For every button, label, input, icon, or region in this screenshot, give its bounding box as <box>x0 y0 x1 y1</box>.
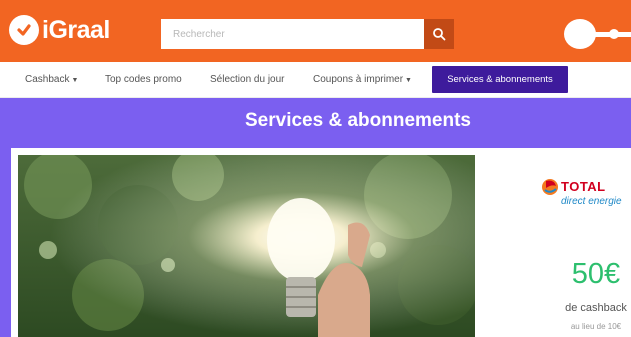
main-nav: Cashback ▼ Top codes promo Sélection du j… <box>0 62 631 98</box>
search-button[interactable] <box>424 19 454 49</box>
previous-cashback-rate: au lieu de 10€ <box>570 322 622 331</box>
lightbulb-image <box>18 155 475 337</box>
logo-text: iGraal <box>42 15 110 44</box>
igraal-logo-icon <box>9 15 39 45</box>
user-account-button[interactable] <box>560 17 631 51</box>
brand-subtitle: direct energie <box>561 196 622 207</box>
cashback-label: de cashback <box>565 302 627 314</box>
search-icon <box>433 28 446 41</box>
nav-item-selection-du-jour[interactable]: Sélection du jour <box>210 62 285 98</box>
nav-item-top-codes-promo[interactable]: Top codes promo <box>105 62 182 98</box>
page-title: Services & abonnements <box>245 110 471 131</box>
igraal-logo[interactable]: iGraal <box>9 13 110 47</box>
cashback-amount: 50€ <box>571 258 621 290</box>
nav-item-services-abonnements[interactable]: Services & abonnements <box>432 66 568 93</box>
nav-label: Top codes promo <box>105 74 182 85</box>
nav-item-cashback[interactable]: Cashback ▼ <box>25 62 78 98</box>
chevron-down-icon: ▼ <box>405 77 412 84</box>
search-input[interactable] <box>161 19 424 49</box>
nav-item-coupons-a-imprimer[interactable]: Coupons à imprimer ▼ <box>313 62 412 98</box>
nav-label: Sélection du jour <box>210 74 285 85</box>
user-avatar-icon <box>564 19 631 49</box>
chevron-down-icon: ▼ <box>71 77 79 84</box>
nav-label: Cashback <box>25 74 70 85</box>
brand-name: TOTAL <box>561 179 606 194</box>
total-brand-icon <box>542 179 558 195</box>
offer-hero-image[interactable] <box>18 155 475 337</box>
nav-label: Coupons à imprimer <box>313 74 404 85</box>
